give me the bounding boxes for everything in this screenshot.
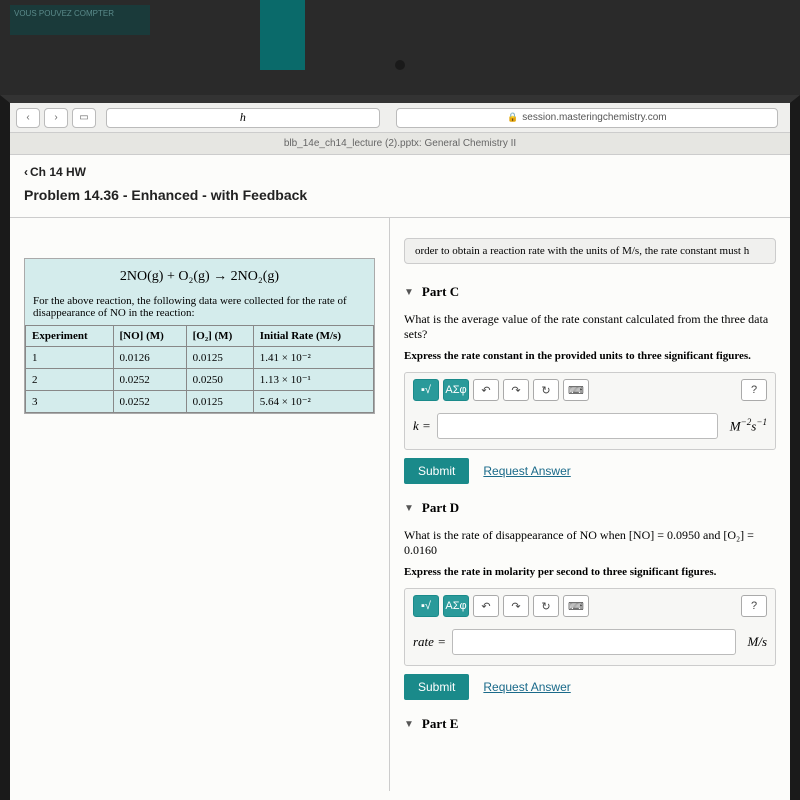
part-e-title: Part E (422, 716, 458, 732)
part-c-instruction: Express the rate constant in the provide… (404, 350, 776, 362)
unit-label: M−2s−1 (730, 417, 767, 434)
help-button[interactable]: ? (741, 595, 767, 617)
url-text: session.masteringchemistry.com (522, 112, 666, 123)
data-box: 2NO(g) + O₂(g) → 2NO₂(g) For the above r… (24, 258, 375, 414)
part-c-question: What is the average value of the rate co… (404, 312, 776, 342)
part-c-header[interactable]: ▼ Part C (404, 284, 776, 300)
reset-button[interactable]: ↻ (533, 595, 559, 617)
part-d-instruction: Express the rate in molarity per second … (404, 566, 776, 578)
address-bar-right[interactable]: 🔒 session.masteringchemistry.com (396, 108, 778, 128)
background-poster-2 (260, 0, 305, 70)
part-d-header[interactable]: ▼ Part D (404, 500, 776, 516)
address-bar-left[interactable]: h (106, 108, 380, 128)
help-button[interactable]: ? (741, 379, 767, 401)
request-answer-link[interactable]: Request Answer (483, 464, 570, 478)
submit-button[interactable]: Submit (404, 674, 469, 700)
part-c-title: Part C (422, 284, 459, 300)
back-button[interactable]: ‹ (16, 108, 40, 128)
breadcrumb[interactable]: Ch 14 HW (10, 155, 790, 183)
unit-label: M/s (748, 634, 768, 650)
data-table: Experiment [NO] (M) [O₂] (M) Initial Rat… (25, 325, 374, 413)
right-column: order to obtain a reaction rate with the… (390, 218, 790, 791)
part-d-title: Part D (422, 500, 459, 516)
background-poster: VOUS POUVEZ COMPTER (10, 5, 150, 35)
browser-toolbar: ‹ › ▭ h 🔒 session.masteringchemistry.com (10, 103, 790, 133)
template-button[interactable]: ▪√ (413, 379, 439, 401)
tab-bar: blb_14e_ch14_lecture (2).pptx: General C… (10, 133, 790, 155)
sidebar-button[interactable]: ▭ (72, 108, 96, 128)
page-content: Ch 14 HW Problem 14.36 - Enhanced - with… (10, 155, 790, 800)
keyboard-button[interactable]: ⌨ (563, 379, 589, 401)
th-no: [NO] (M) (113, 326, 186, 347)
lock-icon: 🔒 (507, 112, 518, 123)
webcam (395, 60, 405, 70)
hint-box: order to obtain a reaction rate with the… (404, 238, 776, 264)
data-description: For the above reaction, the following da… (25, 295, 374, 325)
chevron-down-icon: ▼ (404, 503, 414, 514)
table-header-row: Experiment [NO] (M) [O₂] (M) Initial Rat… (26, 326, 374, 347)
forward-button[interactable]: › (44, 108, 68, 128)
undo-button[interactable]: ↶ (473, 595, 499, 617)
chevron-down-icon: ▼ (404, 287, 414, 298)
left-column: 2NO(g) + O₂(g) → 2NO₂(g) For the above r… (10, 218, 390, 791)
part-d-input-frame: ▪√ ΑΣφ ↶ ↷ ↻ ⌨ ? rate = M/s (404, 588, 776, 666)
greek-button[interactable]: ΑΣφ (443, 379, 469, 401)
th-o2: [O₂] (M) (186, 326, 253, 347)
template-button[interactable]: ▪√ (413, 595, 439, 617)
tab-title[interactable]: blb_14e_ch14_lecture (2).pptx: General C… (284, 138, 516, 149)
reset-button[interactable]: ↻ (533, 379, 559, 401)
submit-button[interactable]: Submit (404, 458, 469, 484)
part-e-header[interactable]: ▼ Part E (404, 716, 776, 732)
request-answer-link[interactable]: Request Answer (483, 680, 570, 694)
greek-button[interactable]: ΑΣφ (443, 595, 469, 617)
chevron-down-icon: ▼ (404, 719, 414, 730)
undo-button[interactable]: ↶ (473, 379, 499, 401)
variable-label: rate = (413, 634, 446, 650)
laptop-screen: ‹ › ▭ h 🔒 session.masteringchemistry.com… (0, 95, 800, 800)
answer-input[interactable] (437, 413, 718, 439)
reaction-equation: 2NO(g) + O₂(g) → 2NO₂(g) (25, 259, 374, 295)
redo-button[interactable]: ↷ (503, 379, 529, 401)
part-d-question: What is the rate of disappearance of NO … (404, 528, 776, 558)
part-c-input-frame: ▪√ ΑΣφ ↶ ↷ ↻ ⌨ ? k = M−2s−1 (404, 372, 776, 450)
input-toolbar: ▪√ ΑΣφ ↶ ↷ ↻ ⌨ ? (405, 373, 775, 407)
table-row: 2 0.0252 0.0250 1.13 × 10⁻¹ (26, 369, 374, 391)
answer-input[interactable] (452, 629, 736, 655)
keyboard-button[interactable]: ⌨ (563, 595, 589, 617)
th-exp: Experiment (26, 326, 114, 347)
redo-button[interactable]: ↷ (503, 595, 529, 617)
page-title: Problem 14.36 - Enhanced - with Feedback (10, 183, 790, 218)
variable-label: k = (413, 418, 431, 434)
input-toolbar: ▪√ ΑΣφ ↶ ↷ ↻ ⌨ ? (405, 589, 775, 623)
table-row: 1 0.0126 0.0125 1.41 × 10⁻² (26, 347, 374, 369)
th-rate: Initial Rate (M/s) (253, 326, 373, 347)
table-row: 3 0.0252 0.0125 5.64 × 10⁻² (26, 391, 374, 413)
